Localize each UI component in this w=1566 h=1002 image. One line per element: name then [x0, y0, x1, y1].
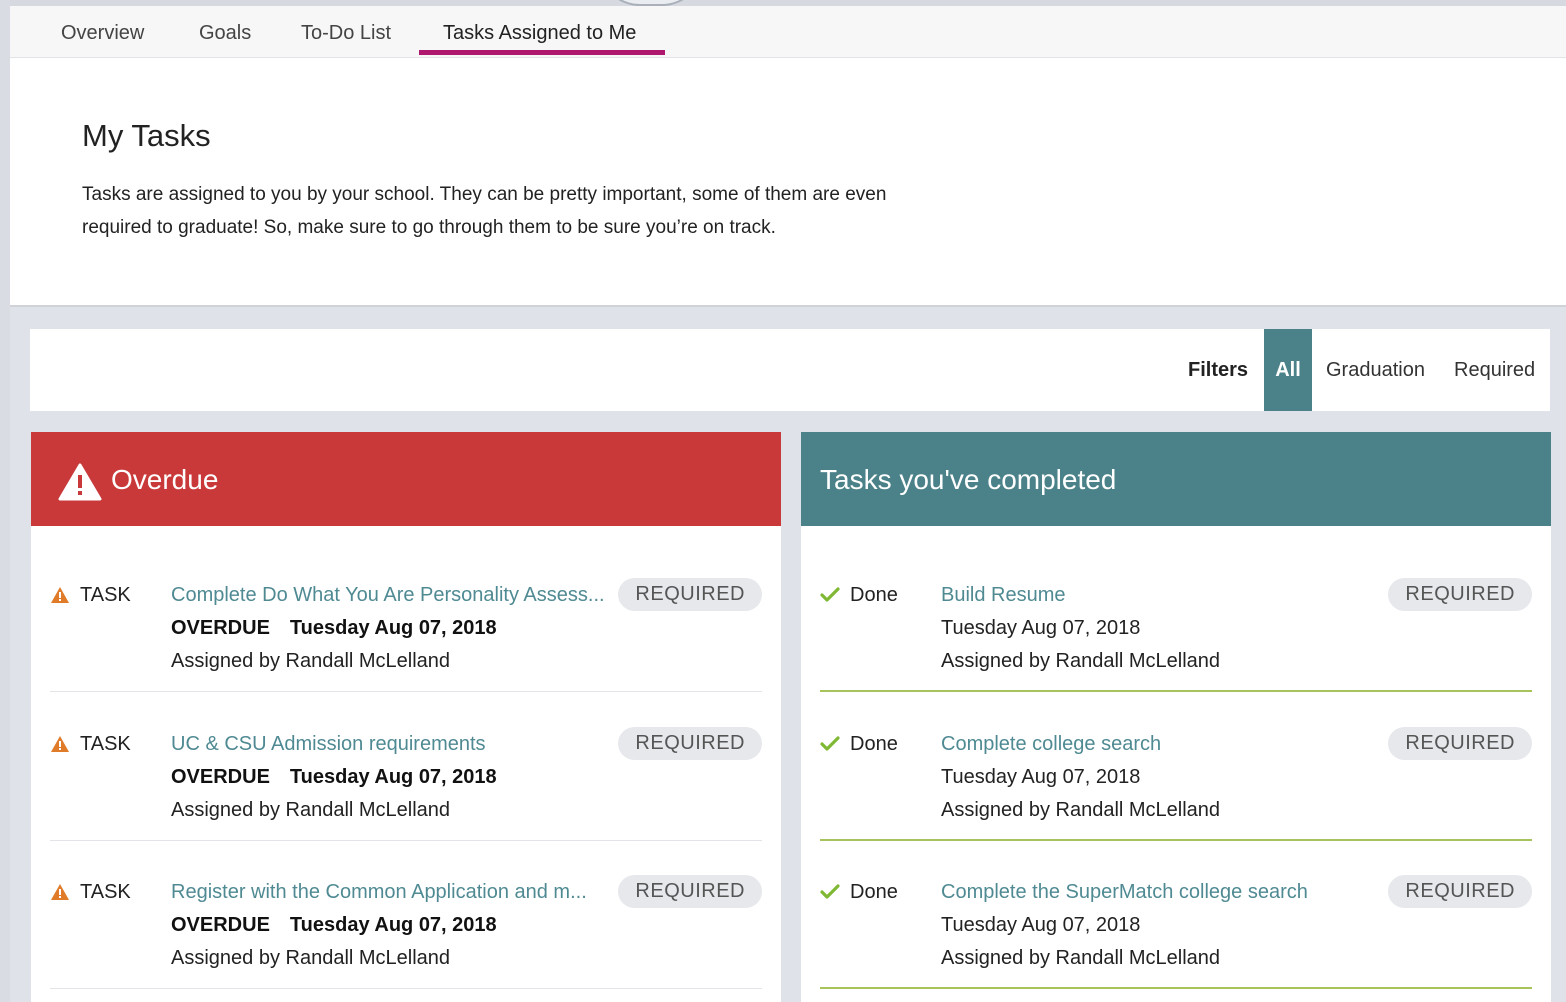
intro-line-2: required to graduate! So, make sure to g…	[82, 217, 776, 238]
required-badge: REQUIRED	[618, 875, 762, 908]
overdue-task-row: TASK Register with the Common Applicatio…	[50, 841, 762, 989]
due-date: Tuesday Aug 07, 2018	[289, 617, 497, 639]
row-divider	[820, 987, 1532, 989]
warning-icon	[51, 587, 69, 603]
checkmark-icon	[820, 884, 840, 899]
header-panel: My Tasks Tasks are assigned to you by yo…	[10, 58, 1566, 307]
active-tab-indicator	[419, 50, 665, 55]
completed-title: Tasks you've completed	[820, 464, 1117, 495]
assigned-by: Assigned by Randall McLelland	[171, 650, 451, 672]
completed-header: Tasks you've completed	[801, 432, 1551, 526]
task-kind-label: TASK	[80, 584, 131, 606]
completed-column: Tasks you've completed Done Build Resume…	[801, 432, 1551, 1002]
intro-line-1: Tasks are assigned to you by your school…	[82, 184, 887, 205]
done-label: Done	[850, 881, 898, 903]
checkmark-icon	[820, 736, 840, 751]
checkmark-icon	[820, 587, 840, 602]
task-kind-label: TASK	[80, 733, 131, 755]
overdue-header: Overdue	[31, 432, 781, 526]
assigned-by: Assigned by Randall McLelland	[941, 947, 1221, 969]
completed-date: Tuesday Aug 07, 2018	[941, 617, 1141, 639]
warning-icon	[58, 463, 102, 501]
left-edge	[0, 0, 10, 1002]
overdue-column: Overdue TASK Complete Do What You Are Pe…	[31, 432, 781, 1002]
intro-text: Tasks are assigned to you by your school…	[82, 178, 982, 244]
completed-date: Tuesday Aug 07, 2018	[941, 766, 1141, 788]
filters-bar: Filters All Graduation Required	[30, 329, 1550, 411]
overdue-date-line: OVERDUE Tuesday Aug 07, 2018	[171, 766, 497, 789]
filters-label: Filters	[1188, 359, 1249, 381]
overdue-status: OVERDUE	[171, 766, 270, 788]
overdue-date-line: OVERDUE Tuesday Aug 07, 2018	[171, 914, 497, 937]
overdue-date-line: OVERDUE Tuesday Aug 07, 2018	[171, 617, 497, 640]
overdue-task-row: TASK Complete Do What You Are Personalit…	[50, 544, 762, 692]
task-kind-label: TASK	[80, 881, 131, 903]
required-badge: REQUIRED	[1388, 578, 1532, 611]
row-divider	[50, 691, 762, 692]
assigned-by: Assigned by Randall McLelland	[171, 799, 451, 821]
filter-graduation-button[interactable]: Graduation	[1326, 329, 1425, 411]
assigned-by: Assigned by Randall McLelland	[941, 650, 1221, 672]
row-divider	[50, 988, 762, 989]
done-label: Done	[850, 733, 898, 755]
tab-bar: Overview Goals To-Do List Tasks Assigned…	[10, 6, 1566, 58]
required-badge: REQUIRED	[1388, 875, 1532, 908]
task-title-link[interactable]: UC & CSU Admission requirements	[171, 733, 619, 756]
assigned-by: Assigned by Randall McLelland	[941, 799, 1221, 821]
task-title-link[interactable]: Complete college search	[941, 733, 1389, 756]
overdue-task-row: TASK UC & CSU Admission requirements REQ…	[50, 693, 762, 841]
overdue-status: OVERDUE	[171, 617, 270, 639]
warning-icon	[51, 736, 69, 752]
done-label: Done	[850, 584, 898, 606]
assigned-by: Assigned by Randall McLelland	[171, 947, 451, 969]
page-title: My Tasks	[82, 118, 211, 153]
required-badge: REQUIRED	[1388, 727, 1532, 760]
completed-date: Tuesday Aug 07, 2018	[941, 914, 1141, 936]
task-title-link[interactable]: Register with the Common Application and…	[171, 881, 619, 904]
tab-overview[interactable]: Overview	[61, 6, 144, 58]
warning-icon	[51, 884, 69, 900]
overdue-status: OVERDUE	[171, 914, 270, 936]
completed-task-row: Done Build Resume REQUIRED Tuesday Aug 0…	[820, 544, 1532, 692]
required-badge: REQUIRED	[618, 578, 762, 611]
tab-todo-list[interactable]: To-Do List	[301, 6, 391, 58]
completed-task-row: Done Complete college search REQUIRED Tu…	[820, 693, 1532, 841]
tab-goals[interactable]: Goals	[199, 6, 251, 58]
row-divider	[820, 690, 1532, 692]
due-date: Tuesday Aug 07, 2018	[289, 914, 497, 936]
task-title-link[interactable]: Complete the SuperMatch college search	[941, 881, 1389, 904]
overdue-title: Overdue	[111, 464, 219, 495]
task-title-link[interactable]: Complete Do What You Are Personality Ass…	[171, 584, 619, 607]
completed-task-row: Done Complete the SuperMatch college sea…	[820, 841, 1532, 989]
due-date: Tuesday Aug 07, 2018	[289, 766, 497, 788]
task-title-link[interactable]: Build Resume	[941, 584, 1389, 607]
filter-all-button[interactable]: All	[1264, 329, 1312, 411]
required-badge: REQUIRED	[618, 727, 762, 760]
filter-required-button[interactable]: Required	[1454, 329, 1535, 411]
